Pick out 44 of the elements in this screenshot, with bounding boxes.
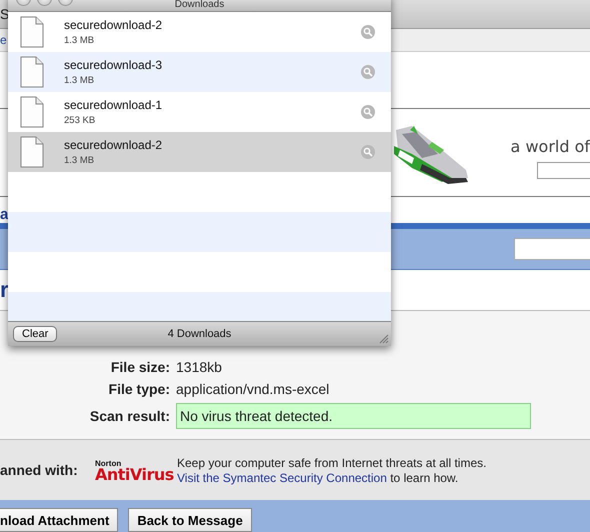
- field-value: application/vnd.ms-excel: [176, 381, 330, 397]
- logo-text: AntiVirus: [95, 468, 175, 482]
- logo-small-text: Norton: [95, 458, 122, 468]
- action-button[interactable]: nload Attachment: [0, 508, 118, 532]
- file-size: 1.3 MB: [64, 75, 96, 86]
- file-name: securedownload-2: [64, 18, 164, 32]
- search-field[interactable]: [537, 162, 590, 178]
- scanned-with-label: anned with:: [0, 462, 79, 478]
- security-link[interactable]: Visit the Symantec Security Connection: [177, 470, 387, 484]
- document-icon: [20, 56, 44, 88]
- nav-fragment: a: [0, 206, 8, 223]
- download-item[interactable]: securedownload-2 1.3 MB: [8, 132, 391, 172]
- field-value: 1318kb: [176, 359, 223, 375]
- document-icon: [20, 16, 44, 48]
- magnifier-icon[interactable]: [361, 65, 375, 79]
- magnifier-icon[interactable]: [361, 105, 375, 119]
- magnifier-icon[interactable]: [361, 145, 375, 159]
- resize-grip-icon[interactable]: [379, 334, 389, 344]
- scan-result-box: No virus threat detected.: [176, 403, 531, 429]
- download-item[interactable]: securedownload-3 1.3 MB: [8, 52, 391, 92]
- file-name: securedownload-2: [64, 138, 164, 152]
- file-name: securedownload-1: [64, 98, 164, 112]
- download-count: 4 Downloads: [168, 328, 232, 340]
- field-label: File size:: [110, 359, 170, 375]
- link-fragment[interactable]: e: [0, 33, 7, 47]
- learn-more-text: Visit the Symantec Security Connection to learn how.: [177, 470, 460, 484]
- document-icon: [20, 136, 44, 168]
- download-item[interactable]: securedownload-2 1.3 MB: [8, 12, 391, 52]
- download-item[interactable]: securedownload-1 253 KB: [8, 92, 391, 132]
- window-title: Downloads: [174, 0, 224, 10]
- input-field[interactable]: [514, 238, 590, 260]
- field-label: Scan result:: [88, 408, 170, 424]
- field-label: File type:: [108, 381, 170, 397]
- file-size: 1.3 MB: [64, 155, 96, 166]
- heading-fragment: r: [0, 277, 9, 303]
- scanner-message: Keep your computer safe from Internet threats at all times.: [177, 456, 486, 470]
- file-size: 1.3 MB: [64, 35, 96, 46]
- magnifier-icon[interactable]: [361, 25, 375, 39]
- file-size: 253 KB: [64, 115, 96, 126]
- tagline: a world of: [510, 136, 590, 156]
- action-button[interactable]: Back to Message: [128, 508, 252, 532]
- clear-button[interactable]: Clear: [13, 326, 58, 342]
- document-icon: [20, 96, 44, 128]
- file-name: securedownload-3: [64, 58, 164, 72]
